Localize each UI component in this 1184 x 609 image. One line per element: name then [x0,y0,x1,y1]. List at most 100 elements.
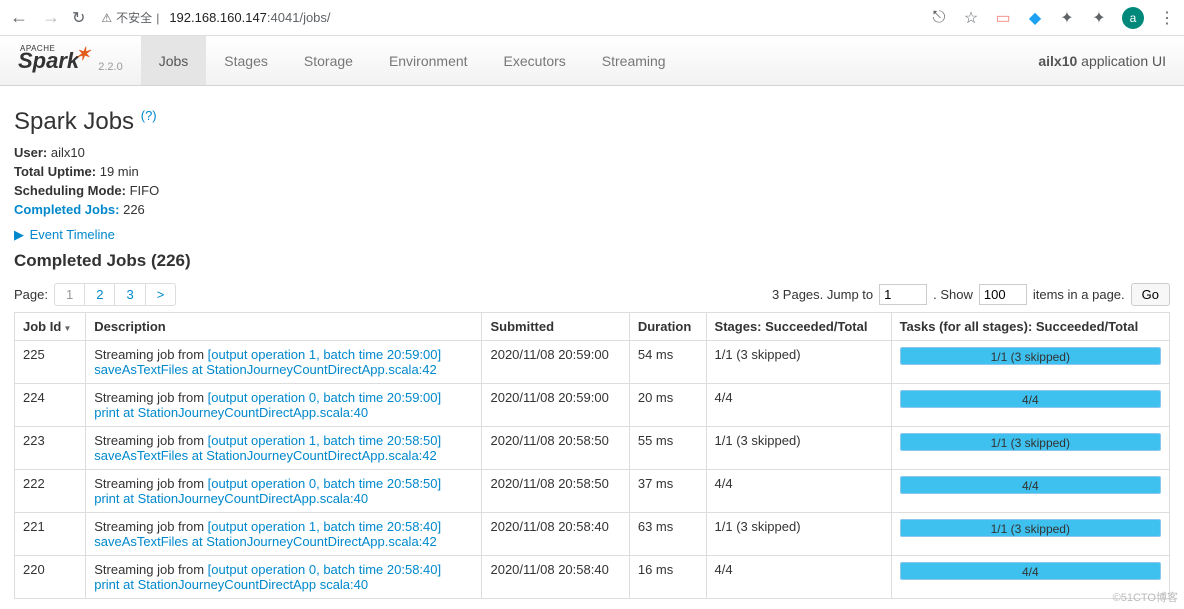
pager-page[interactable]: 3 [115,284,145,305]
job-meta: User: ailx10 Total Uptime: 19 min Schedu… [14,144,1170,219]
completed-jobs-link[interactable]: Completed Jobs: [14,202,119,217]
tab-jobs[interactable]: Jobs [141,36,207,85]
kebab-menu-icon[interactable]: ⋮ [1158,9,1176,27]
star-icon[interactable]: ☆ [962,9,980,27]
duration: 20 ms [629,384,706,427]
forward-icon[interactable]: → [40,7,62,28]
tab-environment[interactable]: Environment [371,36,486,85]
tasks: 1/1 (3 skipped) [891,513,1169,556]
pager-page[interactable]: > [146,284,176,305]
table-row: 222Streaming job from [output operation … [15,470,1170,513]
submitted: 2020/11/08 20:59:00 [482,341,629,384]
tasks: 4/4 [891,470,1169,513]
security-badge[interactable]: ⚠ 不安全 | [101,9,159,26]
page-size-input[interactable] [979,284,1027,305]
source-link[interactable]: print at StationJourneyCountDirectApp.sc… [94,491,368,506]
pager-page[interactable]: 2 [85,284,115,305]
duration: 54 ms [629,341,706,384]
col-header[interactable]: Description [86,313,482,341]
stages: 4/4 [706,470,891,513]
job-description: Streaming job from [output operation 1, … [86,427,482,470]
submitted: 2020/11/08 20:58:40 [482,556,629,599]
job-id: 224 [15,384,86,427]
pager-buttons: 123> [54,283,176,306]
back-icon[interactable]: ← [8,7,30,28]
table-row: 220Streaming job from [output operation … [15,556,1170,599]
url-host: 192.168.160.147 [169,10,267,25]
pager-label: Page: [14,287,48,302]
translate-icon[interactable]: ⎋ [930,9,948,27]
batch-link[interactable]: [output operation 1, batch time 20:59:00… [208,347,441,362]
nav-tabs: JobsStagesStorageEnvironmentExecutorsStr… [141,36,684,85]
browser-toolbar: ← → ↻ ⚠ 不安全 | 192.168.160.147:4041/jobs/… [0,0,1184,36]
duration: 63 ms [629,513,706,556]
stages: 1/1 (3 skipped) [706,427,891,470]
stages: 4/4 [706,556,891,599]
table-row: 225Streaming job from [output operation … [15,341,1170,384]
col-header[interactable]: Submitted [482,313,629,341]
go-button[interactable]: Go [1131,283,1170,306]
duration: 55 ms [629,427,706,470]
col-header[interactable]: Duration [629,313,706,341]
stages: 1/1 (3 skipped) [706,513,891,556]
extension-icon[interactable]: ◆ [1026,9,1044,27]
submitted: 2020/11/08 20:59:00 [482,384,629,427]
batch-link[interactable]: [output operation 0, batch time 20:58:40… [208,562,441,577]
table-body: 225Streaming job from [output operation … [15,341,1170,599]
job-description: Streaming job from [output operation 0, … [86,470,482,513]
watermark: ©51CTO博客 [1113,589,1178,605]
batch-link[interactable]: [output operation 0, batch time 20:59:00… [208,390,441,405]
source-link[interactable]: saveAsTextFiles at StationJourneyCountDi… [94,448,437,463]
url-path: :4041/jobs/ [267,10,331,25]
table-row: 224Streaming job from [output operation … [15,384,1170,427]
col-header[interactable]: Stages: Succeeded/Total [706,313,891,341]
table-row: 223Streaming job from [output operation … [15,427,1170,470]
source-link[interactable]: saveAsTextFiles at StationJourneyCountDi… [94,362,437,377]
source-link[interactable]: saveAsTextFiles at StationJourneyCountDi… [94,534,437,549]
duration: 16 ms [629,556,706,599]
pager-page[interactable]: 1 [55,284,85,305]
submitted: 2020/11/08 20:58:50 [482,427,629,470]
job-description: Streaming job from [output operation 1, … [86,341,482,384]
job-id: 220 [15,556,86,599]
jobs-table: Job IdDescriptionSubmittedDurationStages… [14,312,1170,599]
job-description: Streaming job from [output operation 0, … [86,556,482,599]
app-name-label: ailx10 application UI [1038,53,1184,69]
batch-link[interactable]: [output operation 1, batch time 20:58:40… [208,519,441,534]
batch-link[interactable]: [output operation 1, batch time 20:58:50… [208,433,441,448]
col-header[interactable]: Tasks (for all stages): Succeeded/Total [891,313,1169,341]
extension-icon[interactable]: ▭ [994,9,1012,27]
tab-executors[interactable]: Executors [486,36,584,85]
tasks: 1/1 (3 skipped) [891,427,1169,470]
section-title: Completed Jobs (226) [14,251,1170,271]
avatar[interactable]: a [1122,7,1144,29]
job-description: Streaming job from [output operation 0, … [86,384,482,427]
job-description: Streaming job from [output operation 1, … [86,513,482,556]
url-bar[interactable]: 192.168.160.147:4041/jobs/ [169,10,330,25]
stages: 4/4 [706,384,891,427]
help-link[interactable]: (?) [141,108,157,123]
event-timeline-toggle[interactable]: ▶ Event Timeline [14,227,1170,243]
reload-icon[interactable]: ↻ [72,8,85,28]
source-link[interactable]: print at StationJourneyCountDirectApp sc… [94,577,368,592]
stages: 1/1 (3 skipped) [706,341,891,384]
app-navbar: APACHE Spark✶ 2.2.0 JobsStagesStorageEnv… [0,36,1184,86]
col-header[interactable]: Job Id [15,313,86,341]
spark-logo: APACHE Spark✶ [18,48,94,74]
spark-brand[interactable]: APACHE Spark✶ 2.2.0 [0,48,141,74]
tab-streaming[interactable]: Streaming [584,36,684,85]
tasks: 1/1 (3 skipped) [891,341,1169,384]
jump-page-input[interactable] [879,284,927,305]
tab-stages[interactable]: Stages [206,36,286,85]
extension-icon[interactable]: ✦ [1058,9,1076,27]
source-link[interactable]: print at StationJourneyCountDirectApp.sc… [94,405,368,420]
job-id: 221 [15,513,86,556]
tab-storage[interactable]: Storage [286,36,371,85]
page-title: Spark Jobs (?) [14,108,1170,136]
batch-link[interactable]: [output operation 0, batch time 20:58:50… [208,476,441,491]
duration: 37 ms [629,470,706,513]
extensions-puzzle-icon[interactable]: ✦ [1090,9,1108,27]
job-id: 222 [15,470,86,513]
content: Spark Jobs (?) User: ailx10 Total Uptime… [0,86,1184,609]
insecure-label: 不安全 [116,9,152,26]
